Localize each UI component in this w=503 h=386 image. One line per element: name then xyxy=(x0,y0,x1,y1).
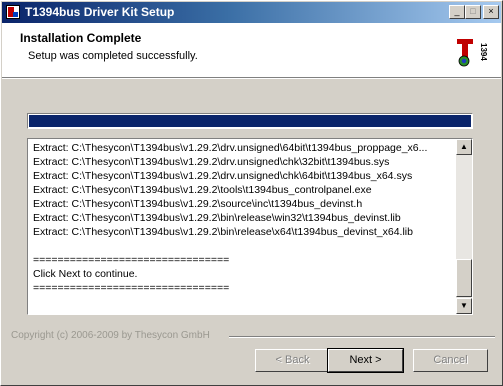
page-title: Installation Complete xyxy=(20,31,142,45)
next-button[interactable]: Next > xyxy=(327,348,404,373)
scroll-thumb[interactable] xyxy=(456,259,472,297)
log-line: Extract: C:\Thesycon\T1394bus\v1.29.2\so… xyxy=(33,198,363,210)
log-scrollbar[interactable]: ▲ ▼ xyxy=(456,139,472,314)
minimize-button[interactable]: _ xyxy=(449,5,465,19)
app-icon[interactable] xyxy=(6,5,20,19)
log-line: Click Next to continue. xyxy=(33,268,138,280)
setup-window: T1394bus Driver Kit Setup _ □ × Installa… xyxy=(0,0,503,386)
scroll-up-arrow-icon[interactable]: ▲ xyxy=(456,139,472,155)
maximize-button: □ xyxy=(465,5,481,19)
title-bar[interactable]: T1394bus Driver Kit Setup _ □ × xyxy=(2,2,501,23)
header-panel: Installation Complete Setup was complete… xyxy=(2,23,501,77)
scroll-down-arrow-icon[interactable]: ▼ xyxy=(456,298,472,314)
log-line: Extract: C:\Thesycon\T1394bus\v1.29.2\to… xyxy=(33,184,372,196)
install-log[interactable]: Extract: C:\Thesycon\T1394bus\v1.29.2\dr… xyxy=(27,138,473,315)
cancel-button: Cancel xyxy=(413,349,488,372)
log-line: Extract: C:\Thesycon\T1394bus\v1.29.2\dr… xyxy=(33,170,413,182)
log-line: Extract: C:\Thesycon\T1394bus\v1.29.2\dr… xyxy=(33,142,428,154)
logo-text: 1394 xyxy=(479,43,488,61)
thesycon-logo-icon: 1394 xyxy=(457,39,488,67)
page-subtitle: Setup was completed successfully. xyxy=(28,50,198,62)
log-line: ================================ xyxy=(33,254,230,266)
log-lines: Extract: C:\Thesycon\T1394bus\v1.29.2\dr… xyxy=(33,141,455,313)
log-line: Extract: C:\Thesycon\T1394bus\v1.29.2\bi… xyxy=(33,226,413,238)
back-button: < Back xyxy=(255,349,330,372)
copyright-text: Copyright (c) 2006-2009 by Thesycon GmbH xyxy=(11,330,210,341)
log-line: Extract: C:\Thesycon\T1394bus\v1.29.2\dr… xyxy=(33,156,390,168)
progress-bar xyxy=(27,113,473,129)
log-line: Extract: C:\Thesycon\T1394bus\v1.29.2\bi… xyxy=(33,212,401,224)
header-divider xyxy=(2,77,501,79)
window-title: T1394bus Driver Kit Setup xyxy=(25,5,175,19)
close-button[interactable]: × xyxy=(483,5,499,19)
footer-divider xyxy=(229,336,495,338)
progress-fill xyxy=(29,115,471,127)
log-line: ================================ xyxy=(33,282,230,294)
